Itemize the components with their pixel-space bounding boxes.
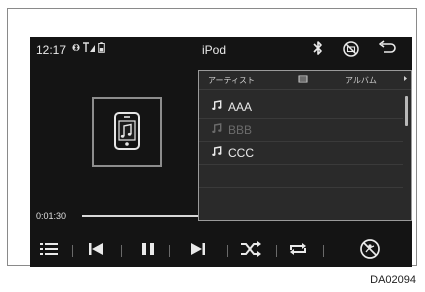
bluetooth-phone-icon xyxy=(72,42,80,56)
bluetooth-icon xyxy=(312,39,324,62)
next-track-icon[interactable] xyxy=(187,238,209,265)
divider xyxy=(121,245,122,257)
list-item-label: AAA xyxy=(228,100,253,114)
source-title: iPod xyxy=(202,43,227,57)
status-bar: 12:17 iPod xyxy=(30,37,412,63)
divider xyxy=(323,245,324,257)
divider xyxy=(169,245,170,257)
list-scrollbar[interactable] xyxy=(405,96,408,126)
no-voice-icon[interactable] xyxy=(358,237,382,266)
browse-popup: アーティスト アルバム AAA BBB CCC xyxy=(198,70,412,221)
list-icon[interactable] xyxy=(298,74,308,85)
music-note-icon xyxy=(212,146,222,160)
seek-bar[interactable] xyxy=(82,215,198,217)
tab-artist[interactable]: アーティスト xyxy=(208,75,255,86)
figure-code: DA02094 xyxy=(370,274,416,286)
elapsed-time: 0:01:30 xyxy=(36,211,67,221)
signal-icon xyxy=(82,42,96,56)
list-item-label: CCC xyxy=(228,146,254,160)
album-artwork xyxy=(92,97,162,167)
list-item-empty xyxy=(199,165,403,188)
battery-icon xyxy=(98,42,105,56)
music-note-icon xyxy=(212,123,222,137)
back-icon[interactable] xyxy=(377,40,397,61)
previous-track-icon[interactable] xyxy=(85,238,107,265)
no-media-icon[interactable] xyxy=(342,40,360,63)
divider xyxy=(72,245,73,257)
clock: 12:17 xyxy=(36,43,67,57)
chevron-right-icon[interactable] xyxy=(403,74,408,85)
divider xyxy=(227,245,228,257)
music-note-icon xyxy=(212,100,222,114)
list-item[interactable]: CCC xyxy=(199,142,403,165)
pause-icon[interactable] xyxy=(137,238,159,265)
shuffle-icon[interactable] xyxy=(239,238,263,265)
list-item-label: BBB xyxy=(228,123,253,137)
tab-album[interactable]: アルバム xyxy=(345,75,377,86)
repeat-icon[interactable] xyxy=(286,238,310,265)
menu-icon[interactable] xyxy=(38,238,60,265)
list-item[interactable]: AAA xyxy=(199,96,403,119)
phone-music-icon xyxy=(113,111,143,158)
audio-screen: 12:17 iPod アーティスト アルバム AAA BBB CCC 0:01:… xyxy=(30,37,412,267)
playback-controls xyxy=(30,235,412,267)
browse-tabs: アーティスト アルバム xyxy=(199,71,411,90)
list-item: BBB xyxy=(199,119,403,142)
divider xyxy=(276,245,277,257)
